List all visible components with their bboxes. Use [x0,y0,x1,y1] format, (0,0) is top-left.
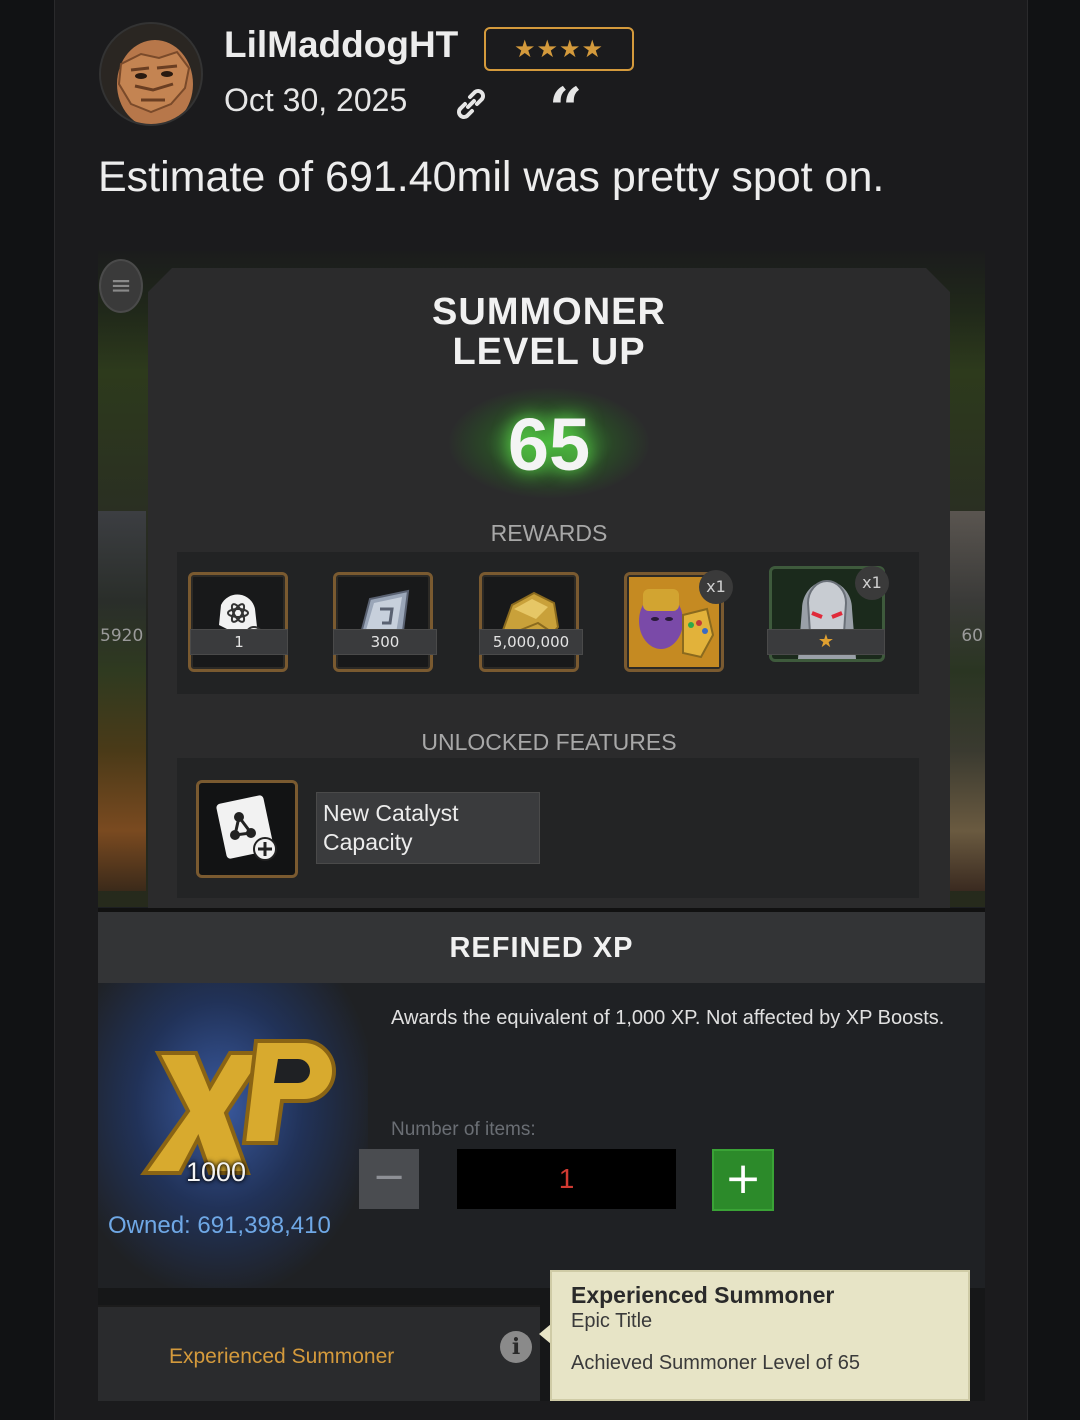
catalyst-capacity-icon [196,780,298,878]
decrease-button[interactable]: − [359,1149,419,1209]
rewards-label: REWARDS [490,520,608,546]
right-side-number: 60 [961,626,983,646]
level-up-title-line1: SUMMONER [432,291,666,333]
reward-catalyst-qty: 1 [190,629,288,655]
reward-gold[interactable] [479,572,579,672]
refined-xp-description: Awards the equivalent of 1,000 XP. Not a… [391,1007,945,1029]
forum-post: LilMaddogHT ★★★★ Oct 30, 2025 “ Estimate… [54,0,1028,1420]
left-background-roster [98,511,146,891]
thing-avatar-icon [101,24,201,124]
refined-xp-art: 1000 Owned: 691,398,410 [98,983,368,1288]
quantity-input[interactable]: 1 [457,1149,676,1209]
menu-icon: ≡ [99,259,143,313]
rewards-row: 1 300 5,000,000 x1 x1 ★ [177,552,919,694]
rank-badge: ★★★★ [484,27,634,71]
left-side-number: 5920 [100,626,144,646]
refined-xp-header: REFINED XP [98,908,985,983]
permalink-icon[interactable] [451,84,491,124]
tooltip-description: Achieved Summoner Level of 65 [571,1352,861,1374]
title-card-name: Experienced Summoner [169,1345,395,1368]
post-date[interactable]: Oct 30, 2025 [224,82,407,119]
level-up-title-line2: LEVEL UP [452,331,646,373]
reward-shards[interactable] [333,572,433,672]
username[interactable]: LilMaddogHT [224,24,458,66]
reward-shards-qty: 300 [333,629,437,655]
title-tooltip: Experienced Summoner Epic Title Achieved… [550,1270,970,1401]
refined-xp-body: 1000 Owned: 691,398,410 Awards the equiv… [98,983,985,1288]
reward-gold-qty: 5,000,000 [479,629,583,655]
summoner-level: 65 [507,403,591,486]
user-avatar[interactable] [99,22,203,126]
reward-thanos-badge: x1 [699,570,733,604]
unlocked-feature-label: New Catalyst Capacity [316,792,540,864]
xp-item-value: 1000 [186,1157,247,1187]
info-icon[interactable]: i [500,1331,532,1363]
post-body-text: Estimate of 691.40mil was pretty spot on… [98,153,885,201]
unlocked-features-row: New Catalyst Capacity [177,758,919,898]
quote-icon[interactable]: “ [549,80,582,138]
reward-ultron-star-rating: ★ [767,629,885,655]
level-up-panel: SUMMONER LEVEL UP 65 REWARDS 1 300 5,000… [148,268,950,908]
increase-button[interactable]: + [712,1149,774,1211]
xp-owned-count: Owned: 691,398,410 [108,1212,331,1239]
title-card[interactable]: Experienced Summoner i [98,1305,540,1401]
number-of-items-label: Number of items: [391,1119,536,1140]
tooltip-title: Experienced Summoner [571,1282,835,1308]
game-screenshot: ≡ 5920 60 SUMMONER LEVEL UP 65 REWARDS 1… [98,251,985,1401]
tooltip-subtitle: Epic Title [571,1310,653,1332]
unlocked-features-label: UNLOCKED FEATURES [421,729,677,755]
reward-ultron-badge: x1 [855,566,889,600]
reward-catalyst[interactable] [188,572,288,672]
refined-xp-title: REFINED XP [449,932,634,964]
